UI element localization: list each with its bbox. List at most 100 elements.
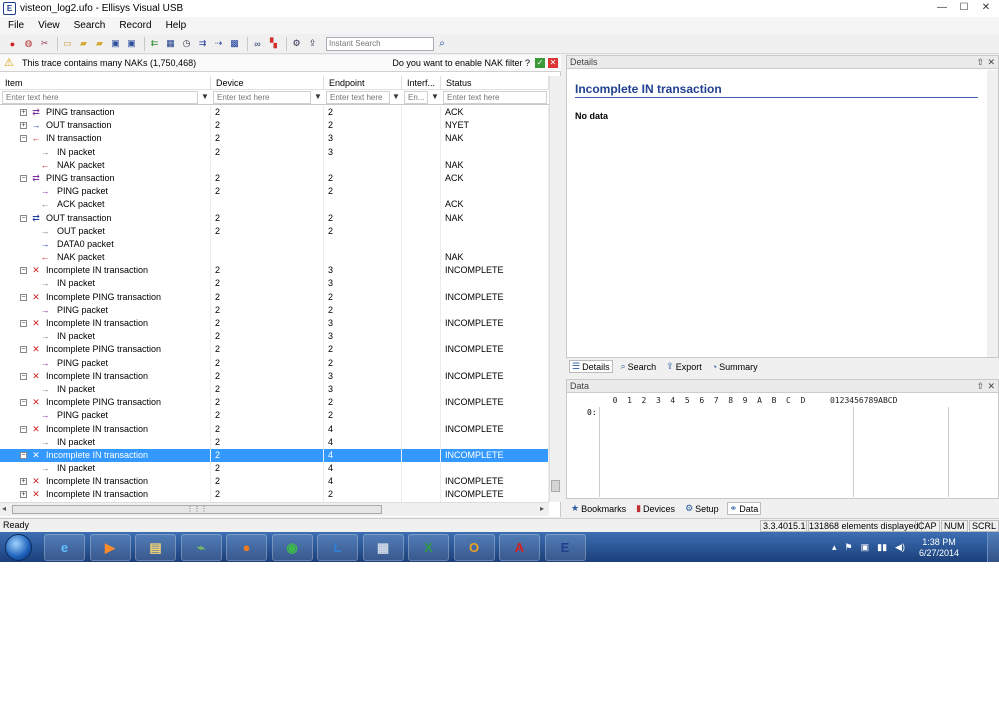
tab-details[interactable]: ☰ Details	[569, 360, 613, 373]
search-icon[interactable]: ⌕	[434, 37, 450, 51]
action-center-icon[interactable]: ⚑	[845, 542, 853, 553]
table-row[interactable]: → IN packet 2 3	[0, 277, 549, 291]
table-row[interactable]: → PING packet 2 2	[0, 303, 549, 317]
taskbar-ellisys-button[interactable]: E	[544, 534, 586, 561]
expand-toggle-icon[interactable]: −	[20, 425, 27, 433]
trace-vertical-scrollbar[interactable]	[549, 76, 561, 502]
taskbar-internet-explorer-button[interactable]: e	[44, 534, 85, 561]
open-folder-icon[interactable]: ▰	[93, 37, 106, 50]
taskbar-calculator-button[interactable]: ▦	[362, 534, 404, 561]
table-row[interactable]: − ✕ Incomplete IN transaction 2 4 INCOMPLETE	[0, 448, 549, 463]
tab-devices[interactable]: ▮ Devices	[634, 503, 677, 514]
scroll-left-icon[interactable]: ◂	[2, 504, 6, 513]
table-row[interactable]: ← NAK packet NAK	[0, 158, 549, 172]
menu-search[interactable]: Search	[72, 20, 108, 31]
device-filter-input[interactable]	[213, 91, 311, 104]
table-row[interactable]: ← NAK packet NAK	[0, 251, 549, 265]
taskbar-acrobat-button[interactable]: A	[499, 534, 540, 561]
taskbar-outlook-button[interactable]: O	[453, 534, 495, 561]
nak-filter-no-button[interactable]: ✕	[548, 58, 558, 68]
taskbar-firefox-button[interactable]: ●	[226, 534, 267, 561]
tray-expand-icon[interactable]: ▴	[832, 542, 837, 553]
table-row[interactable]: ← ACK packet ACK	[0, 198, 549, 212]
maximize-button[interactable]: ☐	[953, 0, 975, 15]
settings-icon[interactable]: ⚙	[290, 37, 303, 50]
table-row[interactable]: → OUT packet 2 2	[0, 224, 549, 238]
table-row[interactable]: − ✕ Incomplete IN transaction 2 3 INCOMPLETE	[0, 317, 549, 331]
taskbar-chart-tool-button[interactable]: ⌁	[180, 534, 222, 561]
expand-toggle-icon[interactable]: +	[20, 122, 27, 130]
binoculars-icon[interactable]: ∞	[251, 37, 264, 50]
taskbar-file-explorer-button[interactable]: ▤	[135, 534, 176, 561]
expand-toggle-icon[interactable]: +	[20, 491, 27, 499]
expand-toggle-icon[interactable]: −	[20, 293, 27, 301]
table-row[interactable]: − ✕ Incomplete PING transaction 2 2 INCOMPLET…	[0, 290, 549, 304]
expand-toggle-icon[interactable]: −	[20, 346, 27, 354]
table-row[interactable]: → PING packet 2 2	[0, 409, 549, 423]
table-row[interactable]: − ⇄ PING transaction 2 2 ACK	[0, 171, 549, 186]
tab-bookmarks[interactable]: ★ Bookmarks	[569, 503, 628, 514]
start-button[interactable]	[5, 534, 32, 561]
filter-icon[interactable]: ▼	[391, 92, 401, 102]
filter-icon[interactable]: ▦	[164, 37, 177, 50]
column-header-device[interactable]: Device	[211, 76, 324, 89]
table-row[interactable]: − ← IN transaction 2 3 NAK	[0, 132, 549, 146]
export-icon[interactable]: ⇪	[306, 37, 319, 50]
menu-view[interactable]: View	[36, 20, 62, 31]
column-header-endpoint[interactable]: Endpoint	[324, 76, 402, 89]
column-header-interface[interactable]: Interf...	[402, 76, 441, 89]
tab-export[interactable]: ⇪ Export	[664, 361, 704, 372]
record-icon[interactable]: ●	[6, 37, 19, 50]
open-icon[interactable]: ▰	[77, 37, 90, 50]
table-row[interactable]: − ✕ Incomplete PING transaction 2 2 INCOMPLET…	[0, 343, 549, 357]
close-button[interactable]: ✕	[975, 0, 997, 15]
menu-record[interactable]: Record	[117, 20, 153, 31]
table-row[interactable]: − ✕ Incomplete IN transaction 2 4 INCOMPLETE	[0, 422, 549, 436]
expand-toggle-icon[interactable]: −	[20, 320, 27, 327]
trace-horizontal-scrollbar[interactable]: ◂ ⋮⋮⋮ ▸	[0, 502, 549, 516]
taskbar-media-player-button[interactable]: ▶	[89, 534, 131, 561]
expand-toggle-icon[interactable]: −	[20, 372, 27, 380]
filter-icon[interactable]: ▼	[313, 92, 323, 102]
taskbar-chrome-button[interactable]: ◉	[271, 534, 313, 561]
clock[interactable]: 1:38 PM 6/27/2014	[919, 537, 959, 559]
close-icon[interactable]: ✕	[987, 56, 995, 68]
display-icon[interactable]: ▣	[861, 542, 870, 553]
table-row[interactable]: → PING packet 2 2	[0, 185, 549, 199]
table-row[interactable]: → IN packet 2 4	[0, 435, 549, 449]
expand-toggle-icon[interactable]: −	[20, 174, 27, 182]
scroll-right-icon[interactable]: ▸	[540, 504, 544, 513]
palette-icon[interactable]: ▚	[267, 37, 280, 50]
tab-summary[interactable]: ◔ Summary	[710, 362, 760, 372]
table-row[interactable]: + ✕ Incomplete IN transaction 2 4 INCOMPLETE	[0, 475, 549, 489]
table-row[interactable]: → IN packet 2 4	[0, 462, 549, 476]
column-header-status[interactable]: Status	[441, 76, 549, 89]
save-as-icon[interactable]: ▣	[125, 37, 138, 50]
table-row[interactable]: → IN packet 2 3	[0, 382, 549, 397]
expand-toggle-icon[interactable]: −	[20, 135, 27, 143]
table-row[interactable]: + ✕ Incomplete IN transaction 2 2 INCOMPLETE	[0, 488, 549, 502]
expand-toggle-icon[interactable]: +	[20, 109, 27, 116]
taskbar-lync-button[interactable]: L	[317, 534, 358, 561]
packet-icon[interactable]: ⇢	[212, 37, 225, 50]
new-icon[interactable]: ▭	[61, 37, 74, 50]
expand-toggle-icon[interactable]: +	[20, 478, 27, 486]
back-icon[interactable]: ⇇	[148, 37, 161, 50]
network-icon[interactable]: ▮▮	[877, 542, 887, 553]
table-row[interactable]: − ⇄ OUT transaction 2 2 NAK	[0, 211, 549, 225]
interface-filter-input[interactable]	[404, 91, 428, 104]
table-row[interactable]: → PING packet 2 2	[0, 356, 549, 370]
table-row[interactable]: + → OUT transaction 2 2 NYET	[0, 119, 549, 133]
volume-icon[interactable]: ◀)	[895, 542, 905, 553]
grid-icon[interactable]: ▩	[228, 37, 241, 50]
timer-icon[interactable]: ◷	[180, 37, 193, 50]
title-bar[interactable]: E visteon_log2.ufo - Ellisys Visual USB …	[0, 0, 999, 17]
filter-icon[interactable]: ▼	[200, 92, 210, 102]
details-scrollbar[interactable]	[987, 70, 998, 357]
taskbar-excel-button[interactable]: X	[408, 534, 449, 561]
scroll-thumb[interactable]: ⋮⋮⋮	[12, 505, 382, 514]
save-icon[interactable]: ▣	[109, 37, 122, 50]
table-row[interactable]: → IN packet 2 3	[0, 330, 549, 344]
expand-toggle-icon[interactable]: −	[20, 399, 27, 407]
table-row[interactable]: − ✕ Incomplete PING transaction 2 2 INCOMPLET…	[0, 396, 549, 410]
